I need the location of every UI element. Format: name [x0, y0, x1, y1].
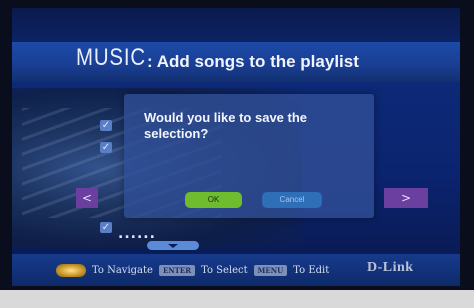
page-subtitle: : Add songs to the playlist	[147, 52, 359, 71]
page-title: MUSIC	[76, 44, 146, 71]
navigation-pad-icon	[56, 263, 86, 277]
navigate-hint: To Navigate	[92, 264, 153, 276]
enter-key-icon: ENTER	[158, 264, 196, 276]
check-icon[interactable]: ✓	[100, 142, 112, 153]
footer-hints: To Navigate ENTER To Select MENU To Edit	[56, 262, 329, 278]
check-icon[interactable]: ✓	[100, 222, 112, 233]
tv-screen: MUSIC : Add songs to the playlist ✓ ✓ ✓ …	[12, 8, 460, 286]
cancel-button[interactable]: Cancel	[262, 192, 322, 208]
menu-key-icon: MENU	[253, 264, 288, 276]
scroll-down-icon[interactable]	[147, 241, 199, 250]
brand-logo: D-Link	[367, 260, 414, 275]
bezel-bottom	[0, 290, 474, 308]
select-hint: To Select	[201, 264, 248, 276]
save-confirmation-dialog: Would you like to save the selection? OK…	[124, 94, 374, 218]
next-arrow-button[interactable]: >	[384, 188, 428, 208]
ok-button[interactable]: OK	[185, 192, 242, 208]
list-item[interactable]: ......	[118, 226, 156, 242]
check-icon[interactable]: ✓	[100, 120, 112, 131]
dialog-message: Would you like to save the selection?	[144, 110, 308, 141]
previous-arrow-button[interactable]: <	[76, 188, 98, 208]
edit-hint: To Edit	[293, 264, 330, 276]
